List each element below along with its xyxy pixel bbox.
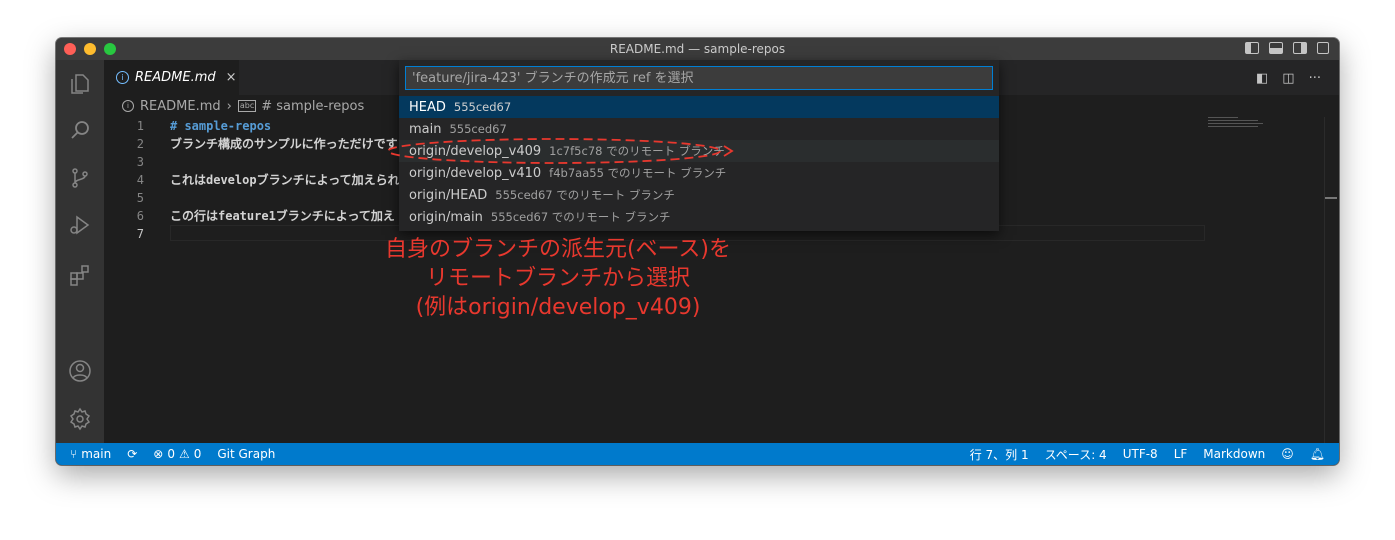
ref-label: origin/HEAD — [409, 187, 488, 203]
window-title: README.md — sample-repos — [609, 42, 786, 56]
warning-icon: ⚠ — [178, 447, 190, 461]
string-symbol-icon: abc — [237, 100, 257, 112]
ref-description: 555ced67 でのリモート ブランチ — [495, 188, 675, 202]
quick-pick-item[interactable]: origin/main 555ced67 でのリモート ブランチ — [399, 206, 999, 228]
line-text: ブランチ構成のサンプルに作っただけです — [170, 137, 398, 151]
branch-name: main — [81, 447, 112, 461]
warning-count: 0 — [193, 447, 202, 461]
chevron-right-icon: › — [226, 98, 232, 114]
sync-button[interactable]: ⟳ — [127, 447, 137, 461]
run-debug-icon[interactable] — [68, 213, 92, 237]
markdown-info-icon: i — [116, 71, 129, 84]
indentation[interactable]: スペース: 4 — [1045, 446, 1107, 463]
annotation-line-2: リモートブランチから選択 — [425, 266, 690, 291]
toggle-panel-icon[interactable] — [1269, 42, 1283, 54]
branch-indicator[interactable]: ⑂ main — [70, 447, 111, 461]
dashed-highlight-oval — [387, 138, 734, 164]
ref-label: origin/develop_v410 — [409, 165, 542, 181]
minimap[interactable] — [1208, 117, 1326, 127]
error-count: 0 — [167, 447, 175, 461]
line-number: 7 — [136, 227, 144, 241]
line-number: 2 — [136, 137, 144, 151]
git-graph-button[interactable]: Git Graph — [217, 447, 275, 461]
end-of-line[interactable]: LF — [1174, 447, 1188, 461]
explorer-icon[interactable] — [68, 72, 92, 96]
ref-description: 555ced67 でのリモート ブランチ — [490, 210, 671, 224]
accounts-icon[interactable] — [68, 359, 92, 383]
editor-actions: ◧ ◫ ··· — [1256, 71, 1321, 86]
line-number: 6 — [136, 209, 144, 223]
settings-gear-icon[interactable] — [68, 407, 92, 431]
ref-description: f4b7aa55 でのリモート ブランチ — [549, 166, 727, 180]
language-mode[interactable]: Markdown — [1203, 447, 1265, 461]
feedback-icon[interactable]: ☺ — [1281, 447, 1294, 461]
file-info-icon: i — [122, 100, 134, 112]
extensions-icon[interactable] — [68, 263, 92, 287]
title-bar: README.md — sample-repos — [56, 38, 1339, 60]
vertical-scrollbar[interactable] — [1324, 117, 1339, 443]
status-bar: ⑂ main ⟳ ⊗ 0 ⚠ 0 Git Graph 行 7、列 1 スペース:… — [56, 443, 1339, 465]
annotation-line-1: 自身のブランチの派生元(ベース)を — [384, 237, 732, 262]
open-preview-icon[interactable]: ◧ — [1256, 71, 1268, 86]
line-text: これはdevelopブランチによって加えられ — [170, 173, 400, 187]
quick-pick-item[interactable]: origin/HEAD 555ced67 でのリモート ブランチ — [399, 184, 999, 206]
cursor-position[interactable]: 行 7、列 1 — [970, 446, 1029, 463]
ref-label: origin/main — [409, 209, 483, 225]
sync-icon: ⟳ — [127, 447, 138, 461]
close-tab-icon[interactable]: × — [226, 70, 237, 85]
tab-label: README.md — [135, 70, 216, 85]
toggle-primary-sidebar-icon[interactable] — [1245, 42, 1259, 54]
search-icon[interactable] — [68, 118, 92, 142]
annotation-line-3: (例はorigin/develop_v409) — [415, 295, 701, 320]
split-editor-icon[interactable]: ◫ — [1282, 71, 1294, 86]
scrollbar-cursor-marker — [1325, 197, 1337, 199]
status-bar-left: ⑂ main ⟳ ⊗ 0 ⚠ 0 Git Graph — [70, 443, 275, 465]
problems-indicator[interactable]: ⊗ 0 ⚠ 0 — [153, 447, 201, 461]
customize-layout-icon[interactable] — [1317, 42, 1329, 54]
ref-label: main — [409, 121, 442, 137]
encoding[interactable]: UTF-8 — [1123, 447, 1158, 461]
ref-description: 555ced67 — [453, 100, 512, 114]
line-number: 5 — [136, 191, 144, 205]
window-controls — [64, 43, 116, 55]
source-control-icon[interactable] — [68, 166, 92, 190]
git-branch-icon: ⑂ — [70, 447, 78, 461]
line-text: # sample-repos — [170, 119, 272, 133]
line-number: 4 — [136, 173, 144, 187]
breadcrumb-file[interactable]: README.md — [140, 99, 221, 114]
git-graph-label: Git Graph — [217, 447, 276, 461]
line-number: 1 — [136, 119, 144, 133]
notifications-bell-icon[interactable]: 🔔︎ — [1310, 447, 1325, 461]
maximize-window-button[interactable] — [104, 43, 116, 55]
close-window-button[interactable] — [64, 43, 76, 55]
annotation-text: 自身のブランチの派生元(ベース)を リモートブランチから選択 (例はorigin… — [360, 235, 756, 322]
toggle-secondary-sidebar-icon[interactable] — [1293, 42, 1307, 54]
error-icon: ⊗ — [153, 447, 164, 461]
minimize-window-button[interactable] — [84, 43, 96, 55]
breadcrumb-symbol[interactable]: # sample-repos — [261, 99, 364, 114]
more-actions-icon[interactable]: ··· — [1309, 71, 1321, 86]
layout-controls — [1245, 42, 1329, 54]
quick-pick-item[interactable]: HEAD 555ced67 — [399, 96, 999, 118]
ref-label: HEAD — [409, 99, 446, 115]
status-bar-right: 行 7、列 1 スペース: 4 UTF-8 LF Markdown ☺ 🔔︎ — [970, 443, 1325, 465]
activity-bar — [56, 60, 104, 443]
line-text: この行はfeature1ブランチによって加え — [170, 209, 395, 223]
ref-description: 555ced67 — [449, 122, 507, 136]
tab-readme[interactable]: i README.md × — [104, 60, 239, 95]
line-number: 3 — [136, 155, 144, 169]
quick-pick-input[interactable] — [405, 66, 993, 90]
